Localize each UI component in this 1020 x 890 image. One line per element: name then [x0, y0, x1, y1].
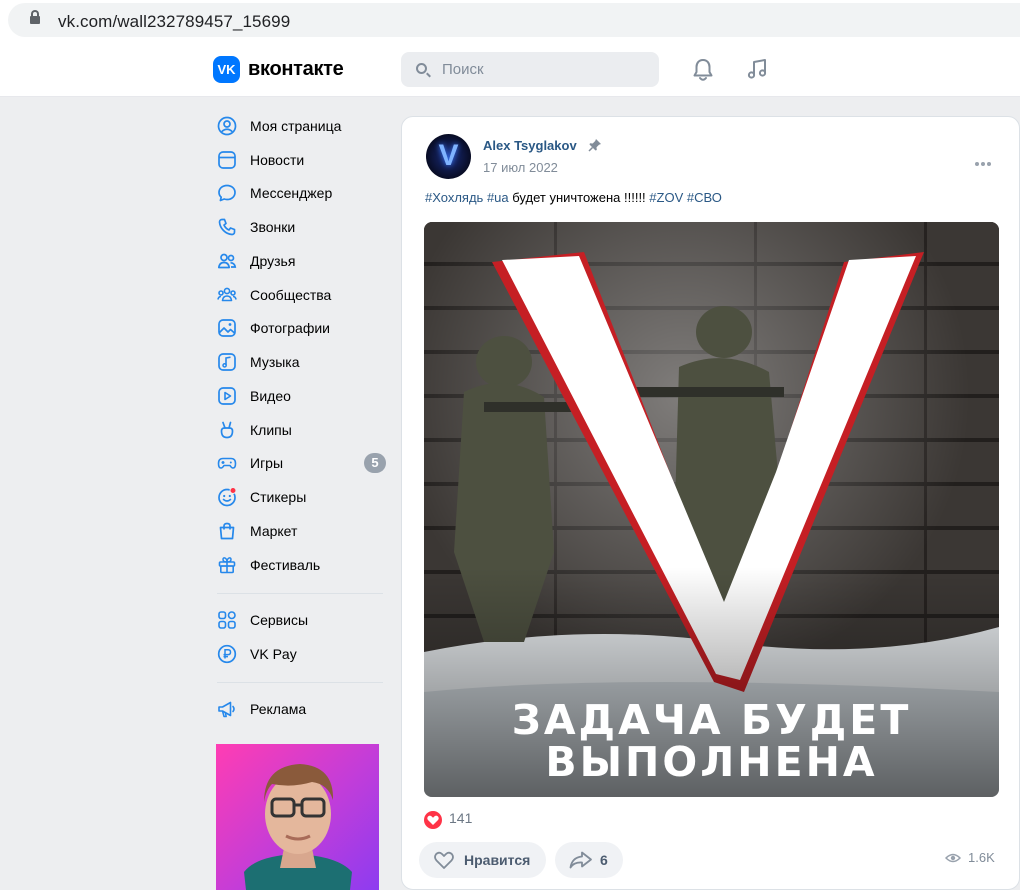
games-count-badge: 5: [364, 453, 386, 473]
music-icon: [218, 353, 236, 371]
sidebar-item-games[interactable]: Игры 5: [210, 447, 390, 479]
sidebar-item-label: Друзья: [250, 253, 296, 269]
sidebar-item-label: Фестиваль: [250, 557, 321, 573]
hashtag-link[interactable]: #ZOV: [649, 190, 683, 205]
sidebar-item-stickers[interactable]: Стикеры: [210, 481, 390, 513]
pin-icon: [588, 139, 601, 152]
post-menu-icon[interactable]: [975, 153, 997, 166]
user-circle-icon: [217, 116, 237, 136]
sidebar-item-label: Фотографии: [250, 320, 331, 336]
avatar-letter: V: [438, 139, 459, 172]
news-icon: [218, 151, 236, 169]
photo-icon: [218, 319, 236, 337]
sidebar-item-calls[interactable]: Звонки: [210, 211, 390, 243]
search-icon: [416, 63, 427, 74]
sidebar-item-communities[interactable]: Сообщества: [210, 279, 390, 311]
like-button-label: Нравится: [464, 852, 531, 868]
sidebar-item-label: Звонки: [250, 219, 296, 235]
sidebar-item-label: Музыка: [250, 354, 300, 370]
sidebar-item-video[interactable]: Видео: [210, 380, 390, 412]
gamepad-icon: [217, 457, 237, 469]
post-image[interactable]: ЗАДАЧА БУДЕТ ВЫПОЛНЕНА: [424, 222, 999, 797]
video-icon: [218, 387, 236, 405]
sidebar-item-vk-pay[interactable]: VK Pay: [210, 638, 390, 670]
heart-reaction-icon: [424, 811, 442, 829]
lock-icon: [30, 10, 40, 24]
sidebar-item-music[interactable]: Музыка: [210, 346, 390, 378]
heart-outline-icon: [434, 851, 454, 869]
sidebar-item-label: VK Pay: [250, 646, 297, 662]
image-caption-line1: ЗАДАЧА БУДЕТ: [511, 696, 912, 744]
vk-pay-icon: [217, 644, 237, 664]
like-button[interactable]: Нравится: [419, 842, 546, 878]
services-grid-icon: [218, 611, 236, 629]
sidebar-item-clips[interactable]: Клипы: [210, 414, 390, 446]
music-note-icon[interactable]: [745, 57, 769, 81]
sidebar-item-my-page[interactable]: Моя страница: [210, 110, 390, 142]
sidebar-item-messenger[interactable]: Мессенджер: [210, 177, 390, 209]
sidebar-item-news[interactable]: Новости: [210, 144, 390, 176]
sidebar-item-label: Реклама: [250, 701, 307, 717]
sidebar-item-label: Мессенджер: [250, 185, 333, 201]
communities-icon: [217, 287, 237, 302]
hashtag-link[interactable]: #СВО: [687, 190, 722, 205]
sidebar-item-label: Моя страница: [250, 118, 342, 134]
sidebar-item-label: Игры: [250, 455, 284, 471]
author-avatar[interactable]: V: [426, 134, 471, 179]
gift-icon: [218, 557, 236, 574]
site-header: VK вконтакте Поиск: [0, 40, 1020, 97]
sidebar-item-photos[interactable]: Фотографии: [210, 312, 390, 344]
megaphone-icon: [218, 701, 235, 718]
hashtag-link[interactable]: #Хохлядь: [425, 190, 483, 205]
likes-count: 141: [449, 810, 473, 826]
sidebar-item-label: Видео: [250, 388, 291, 404]
bell-icon[interactable]: [692, 58, 714, 82]
sidebar-item-ads[interactable]: Реклама: [210, 693, 390, 725]
post-text: #Хохлядь #ua будет уничтожена !!!!!! #ZO…: [425, 190, 722, 205]
message-icon: [218, 184, 236, 202]
post-text-fragment: будет уничтожена !!!!!!: [508, 190, 650, 205]
phone-icon: [218, 218, 236, 236]
market-bag-icon: [219, 522, 235, 540]
promo-portrait-image: [244, 764, 352, 890]
search-input[interactable]: Поиск: [401, 52, 659, 87]
sidebar-item-label: Сервисы: [250, 612, 309, 628]
sidebar-item-label: Новости: [250, 152, 305, 168]
sidebar-item-friends[interactable]: Друзья: [210, 245, 390, 277]
sidebar-divider: [217, 593, 383, 594]
hashtag-link[interactable]: #ua: [487, 190, 509, 205]
sidebar-item-festival[interactable]: Фестиваль: [210, 549, 390, 581]
sidebar-item-label: Стикеры: [250, 489, 307, 505]
browser-address-bar: vk.com/wall232789457_15699: [0, 0, 1020, 40]
post-date-link[interactable]: 17 июл 2022: [483, 160, 558, 175]
clips-icon: [220, 421, 234, 439]
brand-name[interactable]: вконтакте: [248, 58, 344, 81]
share-count: 6: [600, 852, 608, 868]
wall-post: V Alex Tsyglakov 17 июл 2022 #Хохлядь #u…: [401, 116, 1020, 890]
search-placeholder: Поиск: [442, 61, 484, 78]
sidebar-item-label: Сообщества: [250, 287, 332, 303]
url-text: vk.com/wall232789457_15699: [58, 12, 291, 31]
eye-icon: [945, 853, 961, 863]
share-arrow-icon: [569, 851, 592, 869]
sidebar-item-market[interactable]: Маркет: [210, 515, 390, 547]
vk-logo-icon[interactable]: VK: [213, 56, 240, 83]
share-button[interactable]: 6: [555, 842, 623, 878]
sidebar-item-label: Маркет: [250, 523, 298, 539]
sidebar-item-label: Клипы: [250, 422, 292, 438]
sticker-icon: [218, 487, 237, 507]
sidebar-divider: [217, 682, 383, 683]
friends-icon: [217, 253, 237, 269]
author-name-link[interactable]: Alex Tsyglakov: [483, 138, 577, 153]
url-field[interactable]: vk.com/wall232789457_15699: [8, 3, 1020, 37]
sidebar-item-services[interactable]: Сервисы: [210, 604, 390, 636]
promo-banner[interactable]: [216, 744, 379, 890]
image-caption-line2: ВЫПОЛНЕНА: [545, 738, 878, 786]
views-count: 1.6K: [968, 850, 995, 865]
